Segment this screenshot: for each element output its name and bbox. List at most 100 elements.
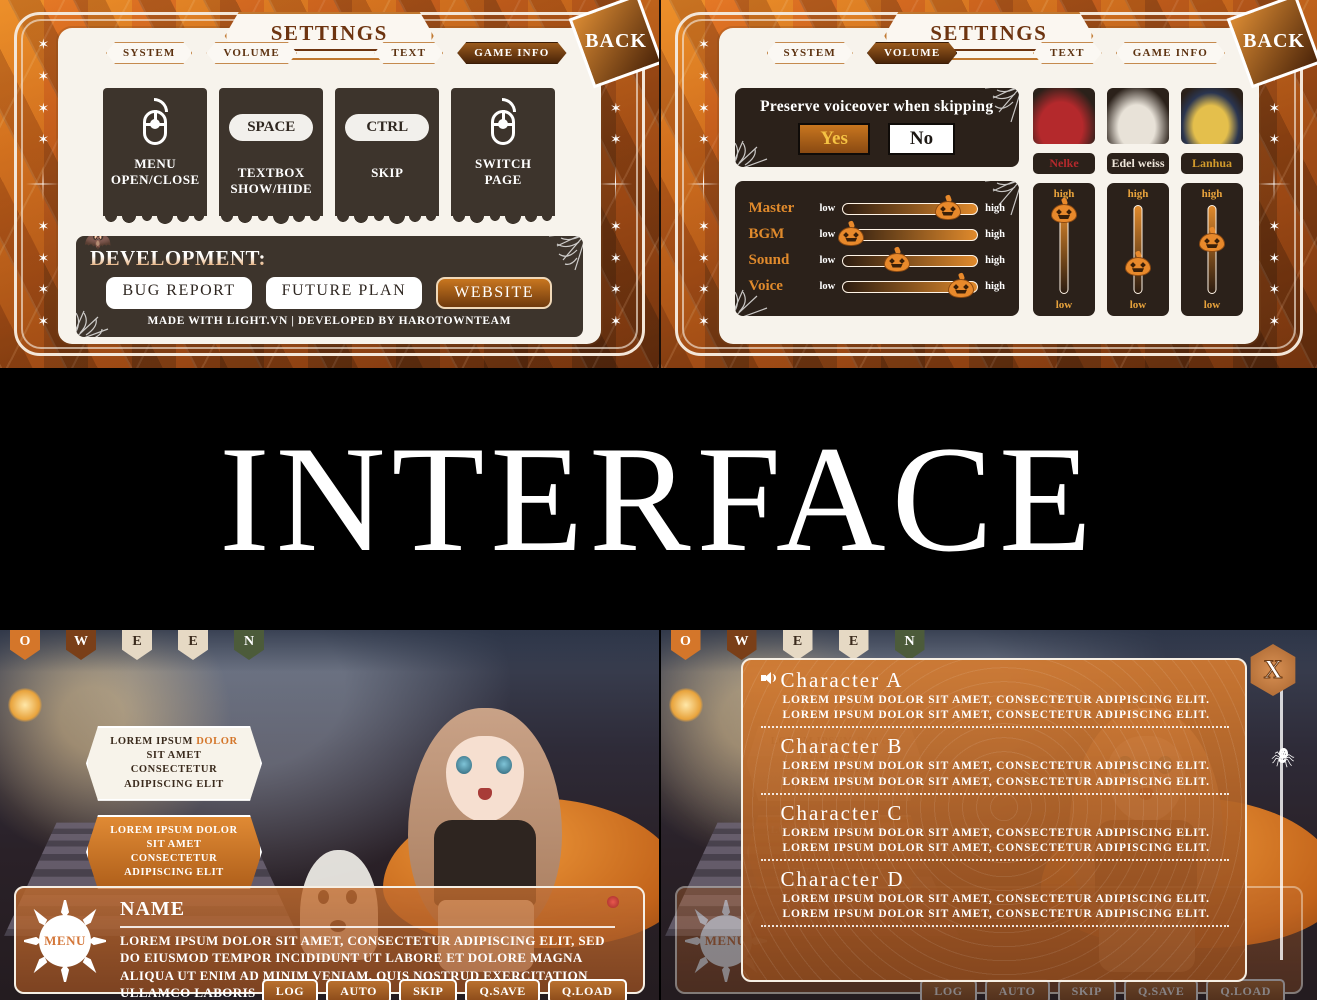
tab-system[interactable]: SYSTEM xyxy=(106,42,192,64)
choice-list: LOREM IPSUM DOLOR SIT AMET CONSECTETUR A… xyxy=(86,726,262,889)
choice-button-1[interactable]: LOREM IPSUM DOLOR SIT AMET CONSECTETUR A… xyxy=(86,726,262,801)
quick-load-button[interactable]: Q.LOAD xyxy=(1206,979,1285,1000)
tab-game-info[interactable]: GAME INFO xyxy=(457,42,566,64)
voice-slider-lanhua[interactable]: high low xyxy=(1179,180,1245,318)
quick-load-button[interactable]: Q.LOAD xyxy=(547,979,627,1000)
tab-text[interactable]: TEXT xyxy=(374,42,443,64)
game-scenes-row: O W E E N LOREM IPSUM DOLOR SIT AMET CON… xyxy=(0,630,1317,1000)
pumpkin-handle-icon[interactable] xyxy=(883,245,910,272)
log-button[interactable]: LOG xyxy=(920,979,977,1000)
backlog-line: LOREM IPSUM DOLOR SIT AMET, CONSECTETUR … xyxy=(782,694,1210,706)
backlog-divider xyxy=(760,859,1229,862)
backlog-entry: Character B LOREM IPSUM DOLOR SIT AMET, … xyxy=(760,734,1229,795)
tab-text[interactable]: TEXT xyxy=(1033,42,1102,64)
slider-voice[interactable] xyxy=(842,271,979,298)
website-button[interactable]: WEBSITE xyxy=(436,276,552,309)
choice-line-3: ADIPISCING ELIT xyxy=(124,778,224,790)
control-label: SKIP xyxy=(371,165,404,180)
close-button[interactable]: X xyxy=(1243,640,1303,700)
character-name-lanhua: Lanhua xyxy=(1179,151,1245,176)
spider-icon: 🕷 xyxy=(1270,748,1295,769)
speaker-name: NAME xyxy=(120,898,186,920)
settings-tabs: SYSTEM VOLUME TEXT GAME INFO xyxy=(58,42,601,64)
menu-button[interactable]: MENU xyxy=(39,915,91,967)
backlog-line: LOREM IPSUM DOLOR SIT AMET, CONSECTETUR … xyxy=(782,893,1210,906)
auto-button[interactable]: AUTO xyxy=(326,979,392,1000)
screenshot-root: ✶ ✶ ✶ ✶ ✶ ✶ ✶ ✶ ✶ ✶ ✶ ✶ ✶ ✶ ✶ ✶ xyxy=(0,0,1317,1000)
slider-low-label: low xyxy=(1203,299,1221,311)
slider-low-label: low xyxy=(819,203,836,214)
backlog-line: LOREM IPSUM DOLOR SIT AMET, CONSECTETUR … xyxy=(782,908,1210,921)
settings-tabs: SYSTEM VOLUME TEXT GAME INFO xyxy=(719,42,1260,64)
development-box: 🦇 DEVELOPMENT: BUG REPORT FUTURE PLAN WE… xyxy=(74,233,585,339)
spiderweb-icon xyxy=(985,181,1020,216)
interface-banner-title: INTERFACE xyxy=(219,415,1098,583)
voice-slider-edelweiss[interactable]: high low xyxy=(1105,180,1171,318)
spiderweb-icon xyxy=(734,289,767,316)
slider-row-voice: Voice low high xyxy=(749,271,1005,298)
slider-row-master: Master low high xyxy=(749,193,1005,220)
preserve-yes-button[interactable]: Yes xyxy=(798,123,870,155)
auto-button[interactable]: AUTO xyxy=(984,979,1050,1000)
pumpkin-handle-icon[interactable] xyxy=(838,219,865,246)
slider-sound[interactable] xyxy=(842,245,979,272)
pumpkin-handle-icon[interactable] xyxy=(934,193,961,220)
menu-badge: MENU xyxy=(24,900,106,982)
tab-volume[interactable]: VOLUME xyxy=(206,42,296,64)
voice-track-edelweiss[interactable] xyxy=(1133,204,1143,294)
skip-button[interactable]: SKIP xyxy=(1057,979,1116,1000)
log-button[interactable]: LOG xyxy=(261,979,319,1000)
pumpkin-handle-icon[interactable] xyxy=(1125,250,1151,277)
spiderweb-icon xyxy=(734,140,767,167)
game-scene-backlog: O W E E N LOREM IPSUM DOLOR SIT AMET CON… xyxy=(658,630,1317,1000)
character-column-edelweiss: Edel weiss high low xyxy=(1105,86,1171,318)
backlog-speaker-name: Character B xyxy=(780,734,904,759)
interface-banner: INTERFACE xyxy=(0,368,1317,630)
controls-list: MENU OPEN/CLOSE SPACE TEXTBOX SHOW/HIDE CT… xyxy=(58,88,601,216)
street-lamp-icon xyxy=(668,688,703,722)
pumpkin-handle-icon[interactable] xyxy=(1051,197,1077,223)
choice-line-2: SIT AMET CONSECTETUR xyxy=(130,750,218,776)
pumpkin-handle-icon[interactable] xyxy=(1199,226,1225,253)
bunting-flag: E xyxy=(782,630,813,660)
backlog-scrollbar[interactable] xyxy=(1280,674,1283,960)
character-column-lanhua: Lanhua high low xyxy=(1179,86,1245,318)
bunting-flag: E xyxy=(122,630,152,660)
pumpkin-handle-icon[interactable] xyxy=(948,271,975,298)
volume-left-column: Preserve voiceover when skipping Yes No xyxy=(732,86,1021,318)
preserve-no-button[interactable]: No xyxy=(887,123,956,155)
development-title: DEVELOPMENT: xyxy=(90,246,569,271)
character-avatar-lanhua xyxy=(1179,86,1245,146)
bunting-flag: O xyxy=(10,630,40,660)
backlog-scroll-area[interactable]: Character A LOREM IPSUM DOLOR SIT AMET, … xyxy=(760,668,1230,972)
choice-line-1a: LOREM IPSUM xyxy=(110,736,197,747)
backlog-panel: Character A LOREM IPSUM DOLOR SIT AMET, … xyxy=(740,658,1247,982)
quick-save-button[interactable]: Q.SAVE xyxy=(465,979,540,1000)
speaker-icon[interactable] xyxy=(760,672,776,685)
future-plan-button[interactable]: FUTURE PLAN xyxy=(265,276,423,309)
choice-button-2[interactable]: LOREM IPSUM DOLOR SIT AMET CONSECTETUR A… xyxy=(86,815,262,890)
lollipop-icon xyxy=(606,896,619,908)
bunting-flag: W xyxy=(726,630,757,660)
tab-volume[interactable]: VOLUME xyxy=(867,42,957,64)
slider-bgm[interactable] xyxy=(838,219,979,246)
quick-save-button[interactable]: Q.SAVE xyxy=(1123,979,1199,1000)
slider-high-label: high xyxy=(985,281,1005,292)
tab-game-info[interactable]: GAME INFO xyxy=(1116,42,1225,64)
character-column-nelke: Nelke high low xyxy=(1031,86,1097,318)
spiderweb-icon xyxy=(548,235,583,270)
bug-report-button[interactable]: BUG REPORT xyxy=(106,276,252,309)
skip-button[interactable]: SKIP xyxy=(399,979,458,1000)
tab-system[interactable]: SYSTEM xyxy=(767,42,853,64)
backlog-speaker: Character A xyxy=(760,668,1230,693)
slider-label: BGM xyxy=(748,226,785,242)
choice-line-2: SIT AMET CONSECTETUR xyxy=(130,838,218,865)
bunting-flag: E xyxy=(838,630,869,660)
back-button-label: BACK xyxy=(1243,29,1305,52)
slider-high-label: high xyxy=(985,229,1005,240)
spiderweb-icon xyxy=(985,88,1020,123)
slider-master[interactable] xyxy=(842,193,979,220)
halloween-bunting: O W E E N xyxy=(0,630,659,672)
voice-slider-nelke[interactable]: high low xyxy=(1031,180,1097,318)
control-card-switch-page: SWITCH PAGE xyxy=(451,88,556,216)
